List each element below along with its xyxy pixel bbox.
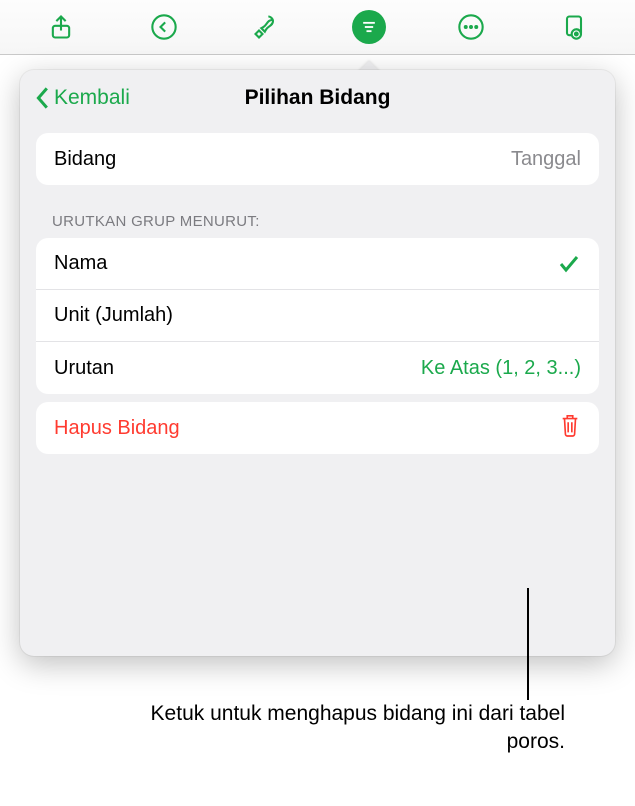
back-label: Kembali bbox=[54, 86, 130, 110]
toolbar bbox=[0, 0, 635, 55]
format-brush-icon[interactable] bbox=[244, 5, 288, 49]
field-group: Bidang Tanggal bbox=[36, 133, 599, 185]
popover-title: Pilihan Bidang bbox=[245, 86, 391, 110]
callout-leader-line bbox=[527, 588, 529, 700]
delete-group: Hapus Bidang bbox=[36, 402, 599, 454]
sort-option-unit[interactable]: Unit (Jumlah) bbox=[36, 290, 599, 342]
order-value: Ke Atas (1, 2, 3...) bbox=[421, 357, 581, 380]
field-label: Bidang bbox=[54, 148, 116, 171]
filter-icon[interactable] bbox=[352, 10, 386, 44]
back-button[interactable]: Kembali bbox=[34, 86, 130, 110]
field-options-popover: Kembali Pilihan Bidang Bidang Tanggal UR… bbox=[20, 70, 615, 656]
popover-header: Kembali Pilihan Bidang bbox=[20, 70, 615, 125]
sort-group: Nama Unit (Jumlah) Urutan Ke Atas (1, 2,… bbox=[36, 238, 599, 394]
order-label: Urutan bbox=[54, 357, 114, 380]
checkmark-icon bbox=[557, 252, 581, 276]
field-value: Tanggal bbox=[511, 148, 581, 171]
preview-icon[interactable] bbox=[552, 5, 596, 49]
sort-option-label: Unit (Jumlah) bbox=[54, 304, 173, 327]
field-row[interactable]: Bidang Tanggal bbox=[36, 133, 599, 185]
sort-option-nama[interactable]: Nama bbox=[36, 238, 599, 290]
order-row[interactable]: Urutan Ke Atas (1, 2, 3...) bbox=[36, 342, 599, 394]
callout-text: Ketuk untuk menghapus bidang ini dari ta… bbox=[140, 700, 565, 757]
sort-option-label: Nama bbox=[54, 252, 107, 275]
share-icon[interactable] bbox=[39, 5, 83, 49]
undo-icon[interactable] bbox=[142, 5, 186, 49]
more-icon[interactable] bbox=[449, 5, 493, 49]
sort-section-header: URUTKAN GRUP MENURUT: bbox=[52, 213, 583, 230]
delete-field-button[interactable]: Hapus Bidang bbox=[36, 402, 599, 454]
trash-icon bbox=[559, 412, 581, 444]
filter-button-wrap bbox=[347, 5, 391, 49]
delete-label: Hapus Bidang bbox=[54, 417, 180, 440]
